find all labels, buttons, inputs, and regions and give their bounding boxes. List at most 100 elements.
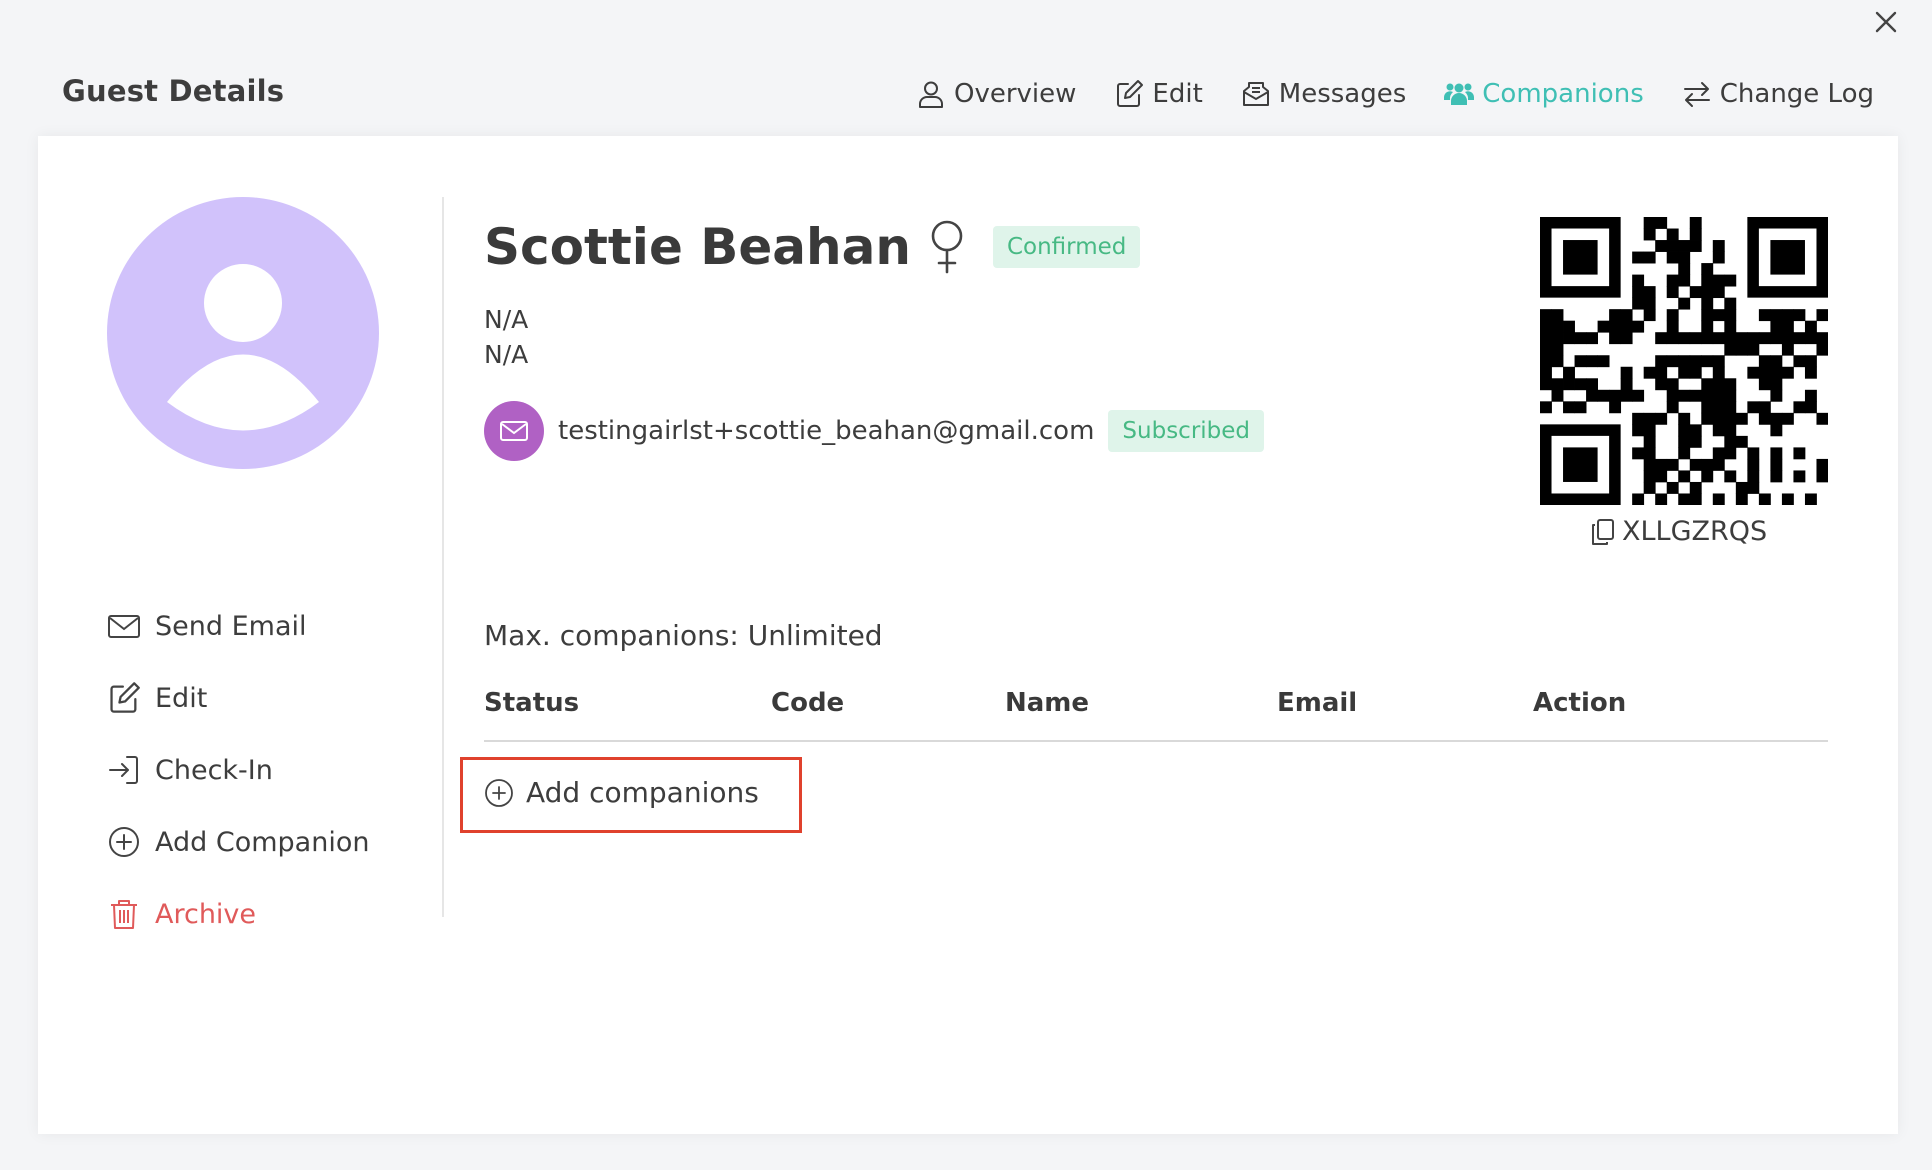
qr-module	[1804, 332, 1817, 345]
tab-change-log[interactable]: Change Log	[1682, 79, 1874, 109]
qr-module	[1643, 251, 1656, 264]
qr-module	[1678, 447, 1691, 460]
guest-email: testingairlst+scottie_beahan@gmail.com	[558, 416, 1095, 446]
qr-module	[1678, 274, 1691, 287]
qr-module	[1712, 251, 1725, 264]
qr-module	[1586, 355, 1598, 368]
qr-module	[1643, 412, 1656, 425]
qr-module	[1735, 481, 1748, 494]
qr-module	[1712, 447, 1725, 460]
side-action-label: Archive	[155, 898, 257, 930]
qr-module	[1712, 366, 1725, 379]
qr-module	[1747, 447, 1760, 460]
people-icon	[1444, 83, 1475, 105]
qr-module	[1701, 389, 1714, 402]
qr-module	[1735, 343, 1748, 356]
qr-module	[1678, 332, 1691, 345]
qr-module	[1804, 401, 1817, 414]
qr-module	[1632, 251, 1645, 264]
qr-module	[1701, 332, 1714, 345]
qr-module	[1666, 481, 1679, 494]
qr-module	[1574, 355, 1587, 368]
tab-edit[interactable]: Edit	[1114, 79, 1203, 109]
qr-module	[1793, 447, 1806, 460]
qr-module	[1655, 355, 1668, 368]
qr-module	[1678, 263, 1691, 275]
qr-module	[1793, 309, 1806, 322]
qr-module	[1678, 424, 1691, 437]
qr-module	[1701, 470, 1714, 483]
qr-module	[1540, 320, 1552, 333]
qr-module	[1781, 309, 1794, 322]
qr-module	[1632, 297, 1645, 310]
qr-module	[1712, 493, 1725, 505]
plus-circle-icon	[109, 827, 139, 857]
guest-name: Scottie Beahan	[484, 218, 911, 276]
qr-module	[1551, 355, 1564, 368]
qr-module	[1724, 332, 1737, 345]
side-action-label: Add Companion	[155, 826, 370, 858]
qr-module	[1574, 332, 1587, 345]
qr-module	[1666, 240, 1679, 252]
qr-module	[1793, 355, 1806, 368]
qr-module	[1563, 332, 1575, 345]
qr-module	[1655, 412, 1668, 425]
qr-module	[1540, 401, 1552, 414]
qr-module	[1816, 309, 1828, 322]
qr-module	[1781, 493, 1794, 505]
qr-module	[1678, 297, 1691, 310]
qr-module	[1816, 470, 1828, 483]
edit-icon	[110, 682, 140, 713]
tab-label: Overview	[954, 79, 1077, 109]
qr-module	[1712, 332, 1725, 345]
add-companion-button[interactable]: Add Companion	[107, 806, 369, 878]
subscription-badge: Subscribed	[1108, 410, 1265, 452]
qr-module	[1724, 343, 1737, 356]
check-in-button[interactable]: Check-In	[107, 734, 369, 806]
tab-overview[interactable]: Overview	[916, 79, 1076, 109]
mail-icon	[500, 421, 528, 441]
qr-module	[1655, 470, 1668, 483]
copy-code-button[interactable]: XLLGZRQS	[1590, 516, 1767, 547]
qr-module	[1563, 320, 1575, 333]
tab-messages[interactable]: Messages	[1241, 79, 1407, 109]
column-header: Status	[484, 688, 580, 718]
qr-module	[1655, 458, 1668, 471]
send-email-button[interactable]: Send Email	[107, 590, 369, 662]
close-button[interactable]	[1868, 4, 1904, 40]
qr-module	[1689, 435, 1702, 448]
qr-module	[1643, 217, 1656, 229]
qr-module	[1632, 493, 1645, 505]
qr-module	[1643, 447, 1656, 460]
qr-module	[1735, 493, 1748, 505]
qr-module	[1574, 378, 1587, 391]
archive-button[interactable]: Archive	[107, 878, 369, 950]
qr-module	[1632, 447, 1645, 460]
qr-module	[1551, 343, 1564, 356]
qr-module	[1701, 263, 1714, 275]
qr-module	[1597, 355, 1610, 368]
edit-button[interactable]: Edit	[107, 662, 369, 734]
add-companions-button[interactable]: Add companions	[484, 776, 759, 809]
female-icon	[931, 220, 963, 274]
qr-module	[1781, 320, 1794, 333]
qr-module	[1678, 355, 1691, 368]
qr-module	[1724, 401, 1737, 414]
tab-companions[interactable]: Companions	[1444, 79, 1644, 109]
qr-module	[1701, 309, 1714, 322]
side-action-label: Check-In	[155, 754, 273, 786]
qr-module	[1551, 320, 1564, 333]
qr-module	[1678, 435, 1691, 448]
qr-module	[1816, 343, 1828, 356]
qr-module	[1586, 332, 1598, 345]
qr-module	[1563, 366, 1575, 379]
qr-module	[1747, 481, 1760, 494]
qr-module	[1620, 332, 1633, 345]
status-badge: Confirmed	[992, 226, 1141, 268]
qr-module	[1551, 309, 1564, 322]
vertical-divider	[442, 197, 444, 917]
qr-module	[1620, 389, 1633, 402]
qr-module	[1540, 355, 1552, 368]
qr-module	[1586, 389, 1598, 402]
tab-label: Messages	[1278, 79, 1407, 109]
